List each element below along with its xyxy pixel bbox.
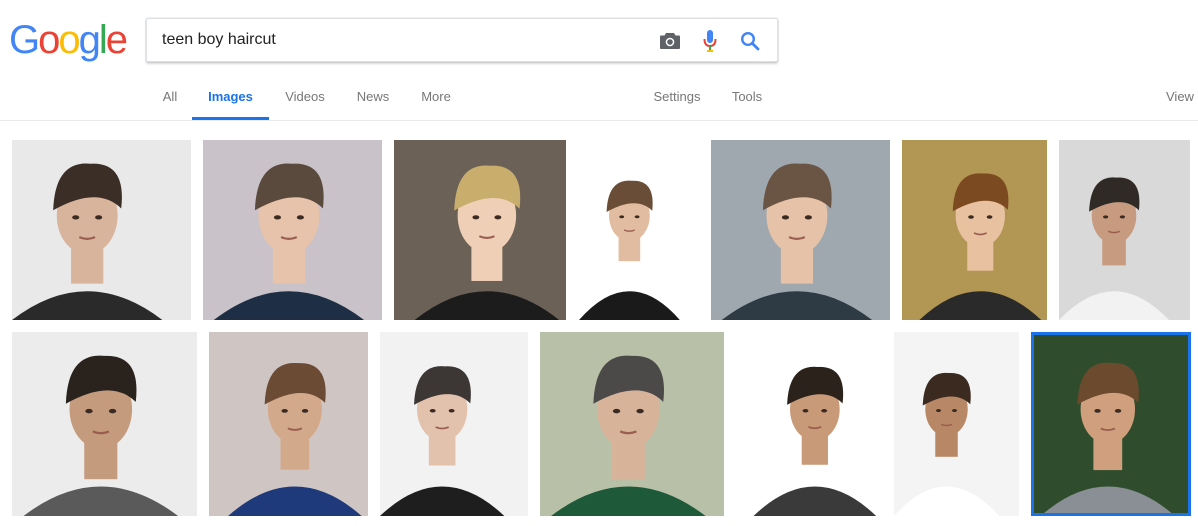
image-results-grid: [0, 121, 1198, 526]
tab-more[interactable]: More: [416, 78, 456, 120]
logo-letter: l: [98, 18, 108, 62]
image-result-thumbnail[interactable]: [1059, 140, 1190, 320]
tab-all[interactable]: All: [156, 78, 184, 120]
image-result-thumbnail[interactable]: [394, 140, 566, 320]
tab-tools[interactable]: Tools: [728, 78, 766, 120]
tab-images[interactable]: Images: [192, 78, 269, 120]
google-logo[interactable]: Google: [9, 18, 128, 62]
logo-letter: g: [78, 18, 101, 62]
image-result-thumbnail[interactable]: [209, 332, 368, 516]
search-box: [146, 18, 778, 62]
image-result-thumbnail[interactable]: [540, 332, 724, 516]
image-result-thumbnail[interactable]: [380, 332, 528, 516]
tab-news[interactable]: News: [352, 78, 394, 120]
tab-settings[interactable]: Settings: [648, 78, 706, 120]
image-result-thumbnail[interactable]: [12, 332, 197, 516]
search-tabs: All Images Videos News More Settings Too…: [0, 78, 1198, 121]
image-result-thumbnail[interactable]: [736, 332, 882, 516]
header: Google All Images V: [0, 0, 1198, 121]
image-result-thumbnail[interactable]: [12, 140, 191, 320]
search-icon[interactable]: [737, 28, 763, 54]
image-result-thumbnail[interactable]: [579, 140, 699, 320]
logo-letter: o: [38, 18, 60, 62]
logo-letter: o: [58, 18, 80, 62]
search-input[interactable]: [162, 19, 642, 61]
tab-videos[interactable]: Videos: [280, 78, 330, 120]
image-result-thumbnail[interactable]: [902, 140, 1047, 320]
image-result-thumbnail[interactable]: [1031, 332, 1191, 516]
image-result-thumbnail[interactable]: [203, 140, 382, 320]
image-result-thumbnail[interactable]: [894, 332, 1019, 516]
camera-icon[interactable]: [657, 28, 683, 54]
logo-letter: e: [105, 18, 128, 62]
tab-view[interactable]: View: [1166, 78, 1198, 120]
microphone-icon[interactable]: [697, 28, 723, 54]
logo-letter: G: [9, 18, 40, 62]
image-result-thumbnail[interactable]: [711, 140, 890, 320]
